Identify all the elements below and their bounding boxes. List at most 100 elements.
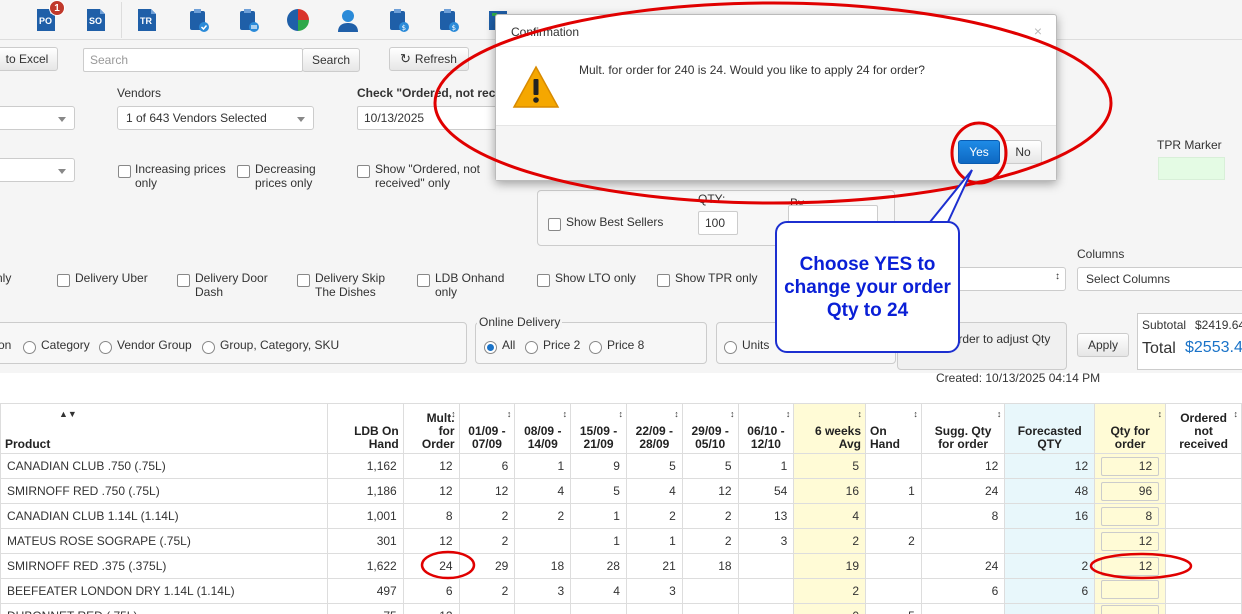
- od-price8-radio[interactable]: [589, 341, 602, 354]
- qty-for-order-input[interactable]: 96: [1101, 481, 1160, 501]
- qty-for-order-input[interactable]: 8: [1101, 506, 1160, 526]
- columns-select[interactable]: Select Columns: [1077, 267, 1242, 291]
- cell-w3: 1: [570, 528, 627, 554]
- col-week2[interactable]: ↕ 08/09 - 14/09: [514, 403, 572, 454]
- filter-select-2[interactable]: [0, 158, 75, 182]
- close-icon[interactable]: ×: [1034, 23, 1042, 39]
- total-label: Total: [1142, 340, 1176, 357]
- cell-w2: 3: [514, 578, 572, 604]
- od-all-radio[interactable]: [484, 341, 497, 354]
- no-button[interactable]: No: [1004, 140, 1042, 164]
- pie-chart-button[interactable]: [282, 4, 314, 36]
- qty-for-order-input[interactable]: [1101, 580, 1160, 599]
- cell-qty: 12: [1094, 453, 1167, 479]
- date-input[interactable]: 10/13/2025: [357, 106, 497, 130]
- dollar-clipboard-button[interactable]: $: [382, 4, 414, 36]
- cell-mult: 12: [402, 603, 460, 614]
- vendors-select[interactable]: 1 of 643 Vendors Selected: [117, 106, 314, 130]
- dollar-clipboard-button-2[interactable]: $: [432, 4, 464, 36]
- clipboard-check-button[interactable]: [182, 4, 214, 36]
- cell-w6: [737, 578, 795, 604]
- dialog-footer: Yes No: [496, 125, 1056, 180]
- cell-w5: 2: [681, 503, 739, 529]
- qty-for-order-input[interactable]: 12: [1101, 531, 1160, 551]
- od-price2-radio[interactable]: [525, 341, 538, 354]
- col-ldb-onhand[interactable]: LDB On Hand: [327, 403, 404, 454]
- col-ordered-not-received[interactable]: ↕ Ordered not received: [1165, 403, 1242, 454]
- apply-button[interactable]: Apply: [1077, 333, 1129, 357]
- yes-button[interactable]: Yes: [958, 140, 1000, 164]
- cell-w1: 2: [458, 503, 516, 529]
- cell-mult: 24: [402, 553, 460, 579]
- cell-w4: 3: [625, 578, 683, 604]
- col-week1[interactable]: ↕ 01/09 - 07/09: [458, 403, 516, 454]
- col-sugg-qty[interactable]: ↕ Sugg. Qty for order: [920, 403, 1006, 454]
- col-week6[interactable]: ↕ 06/10 - 12/10: [737, 403, 795, 454]
- po-button[interactable]: PO 1: [30, 0, 65, 36]
- export-excel-button[interactable]: to Excel: [0, 47, 58, 71]
- col-week4[interactable]: ↕ 22/09 - 28/09: [625, 403, 683, 454]
- ordered-not-received-checkbox[interactable]: [357, 165, 370, 178]
- group-truncated-label: on: [0, 338, 12, 352]
- cell-onhand: [865, 553, 922, 579]
- show-tpr-checkbox[interactable]: [657, 274, 670, 287]
- delivery-skip-label: Delivery Skip The Dishes: [315, 271, 386, 299]
- tpr-marker-swatch: [1158, 157, 1225, 180]
- increasing-prices-checkbox[interactable]: [118, 165, 131, 178]
- qty-for-order-input[interactable]: [1101, 605, 1160, 614]
- refresh-button[interactable]: ↻ Refresh: [389, 47, 469, 71]
- col-mult[interactable]: ↕ Mult. for Order: [402, 403, 460, 454]
- table-row: CANADIAN CLUB .750 (.75L) 1,162 12 6 1 9 5 5 1 5 1…: [0, 453, 1242, 479]
- col-week3[interactable]: ↕ 15/09 - 21/09: [570, 403, 627, 454]
- cell-w6: 54: [737, 478, 795, 504]
- cell-fc: [1004, 603, 1096, 614]
- group-category-radio[interactable]: [23, 341, 36, 354]
- so-button[interactable]: SO: [80, 4, 112, 36]
- show-lto-checkbox[interactable]: [537, 274, 550, 287]
- col-qty-for-order[interactable]: ↕ Qty for order: [1094, 403, 1167, 454]
- cell-w3: 1: [570, 503, 627, 529]
- group-full-radio[interactable]: [202, 341, 215, 354]
- cell-avg: 4: [793, 503, 867, 529]
- cell-avg: 2: [793, 528, 867, 554]
- cell-product: CANADIAN CLUB .750 (.75L): [0, 453, 329, 479]
- search-input[interactable]: Search: [83, 48, 303, 72]
- cell-mult: 12: [402, 453, 460, 479]
- user-button[interactable]: [332, 4, 364, 36]
- od-all-label: All: [502, 338, 516, 352]
- tr-button[interactable]: TR: [131, 4, 163, 36]
- delivery-doordash-checkbox[interactable]: [177, 274, 190, 287]
- cell-product: CANADIAN CLUB 1.14L (1.14L): [0, 503, 329, 529]
- columns-value: Select Columns: [1086, 272, 1171, 286]
- col-forecasted[interactable]: Forecasted QTY: [1004, 403, 1096, 454]
- best-sellers-qty-input[interactable]: 100: [698, 211, 738, 235]
- cell-w4: 1: [625, 528, 683, 554]
- col-6weeks-avg[interactable]: ↕ 6 weeks Avg: [793, 403, 867, 454]
- delivery-skip-checkbox[interactable]: [297, 274, 310, 287]
- clipboard-list-button[interactable]: [232, 4, 264, 36]
- cell-product: SMIRNOFF RED .375 (.375L): [0, 553, 329, 579]
- qty-for-order-input[interactable]: 12: [1101, 556, 1160, 576]
- best-sellers-checkbox[interactable]: [548, 218, 561, 231]
- view-select[interactable]: ↕: [955, 267, 1066, 291]
- ldb-onhand-checkbox[interactable]: [417, 274, 430, 287]
- col-week5[interactable]: ↕ 29/09 - 05/10: [681, 403, 739, 454]
- dialog-message: Mult. for order for 240 is 24. Would you…: [579, 63, 925, 77]
- cell-w2: 2: [514, 503, 572, 529]
- units-radio[interactable]: [724, 341, 737, 354]
- search-button[interactable]: Search: [302, 48, 360, 72]
- delivery-uber-checkbox[interactable]: [57, 274, 70, 287]
- cell-fc: 48: [1004, 478, 1096, 504]
- col-product[interactable]: ▲▼ Product: [0, 403, 329, 454]
- group-vendor-radio[interactable]: [99, 341, 112, 354]
- cell-sugg: 6: [920, 578, 1006, 604]
- cell-mult: 6: [402, 578, 460, 604]
- cell-fc: 2: [1004, 553, 1096, 579]
- qty-for-order-input[interactable]: 12: [1101, 456, 1160, 476]
- cell-onr: [1165, 503, 1242, 529]
- col-onhand[interactable]: ↕ On Hand: [865, 403, 922, 454]
- cell-w5: 2: [681, 528, 739, 554]
- decreasing-prices-checkbox[interactable]: [237, 165, 250, 178]
- filter-select-1[interactable]: [0, 106, 75, 130]
- cell-w3: 5: [570, 478, 627, 504]
